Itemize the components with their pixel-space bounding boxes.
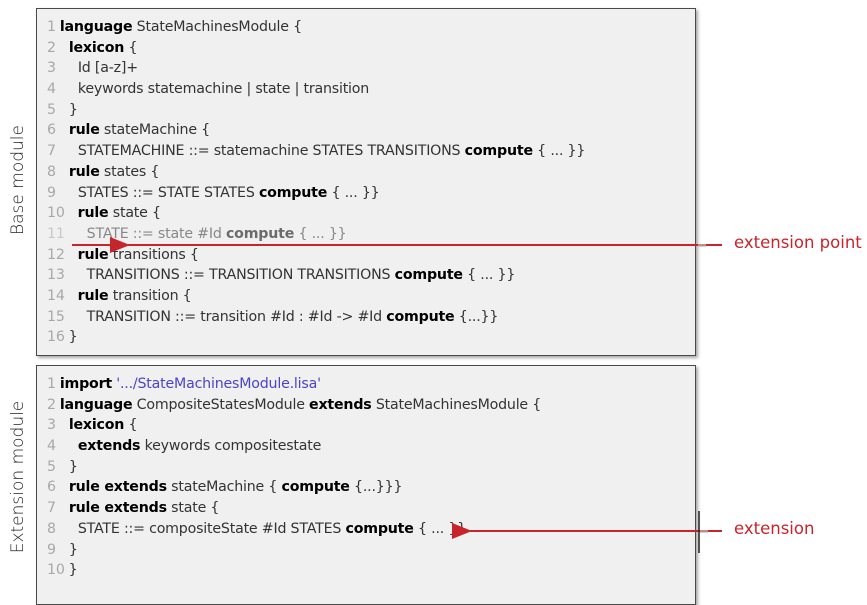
arrows-overlay [72, 237, 722, 553]
extension-point-callout: extension point [734, 233, 862, 252]
extension-callout: extension [734, 519, 815, 538]
